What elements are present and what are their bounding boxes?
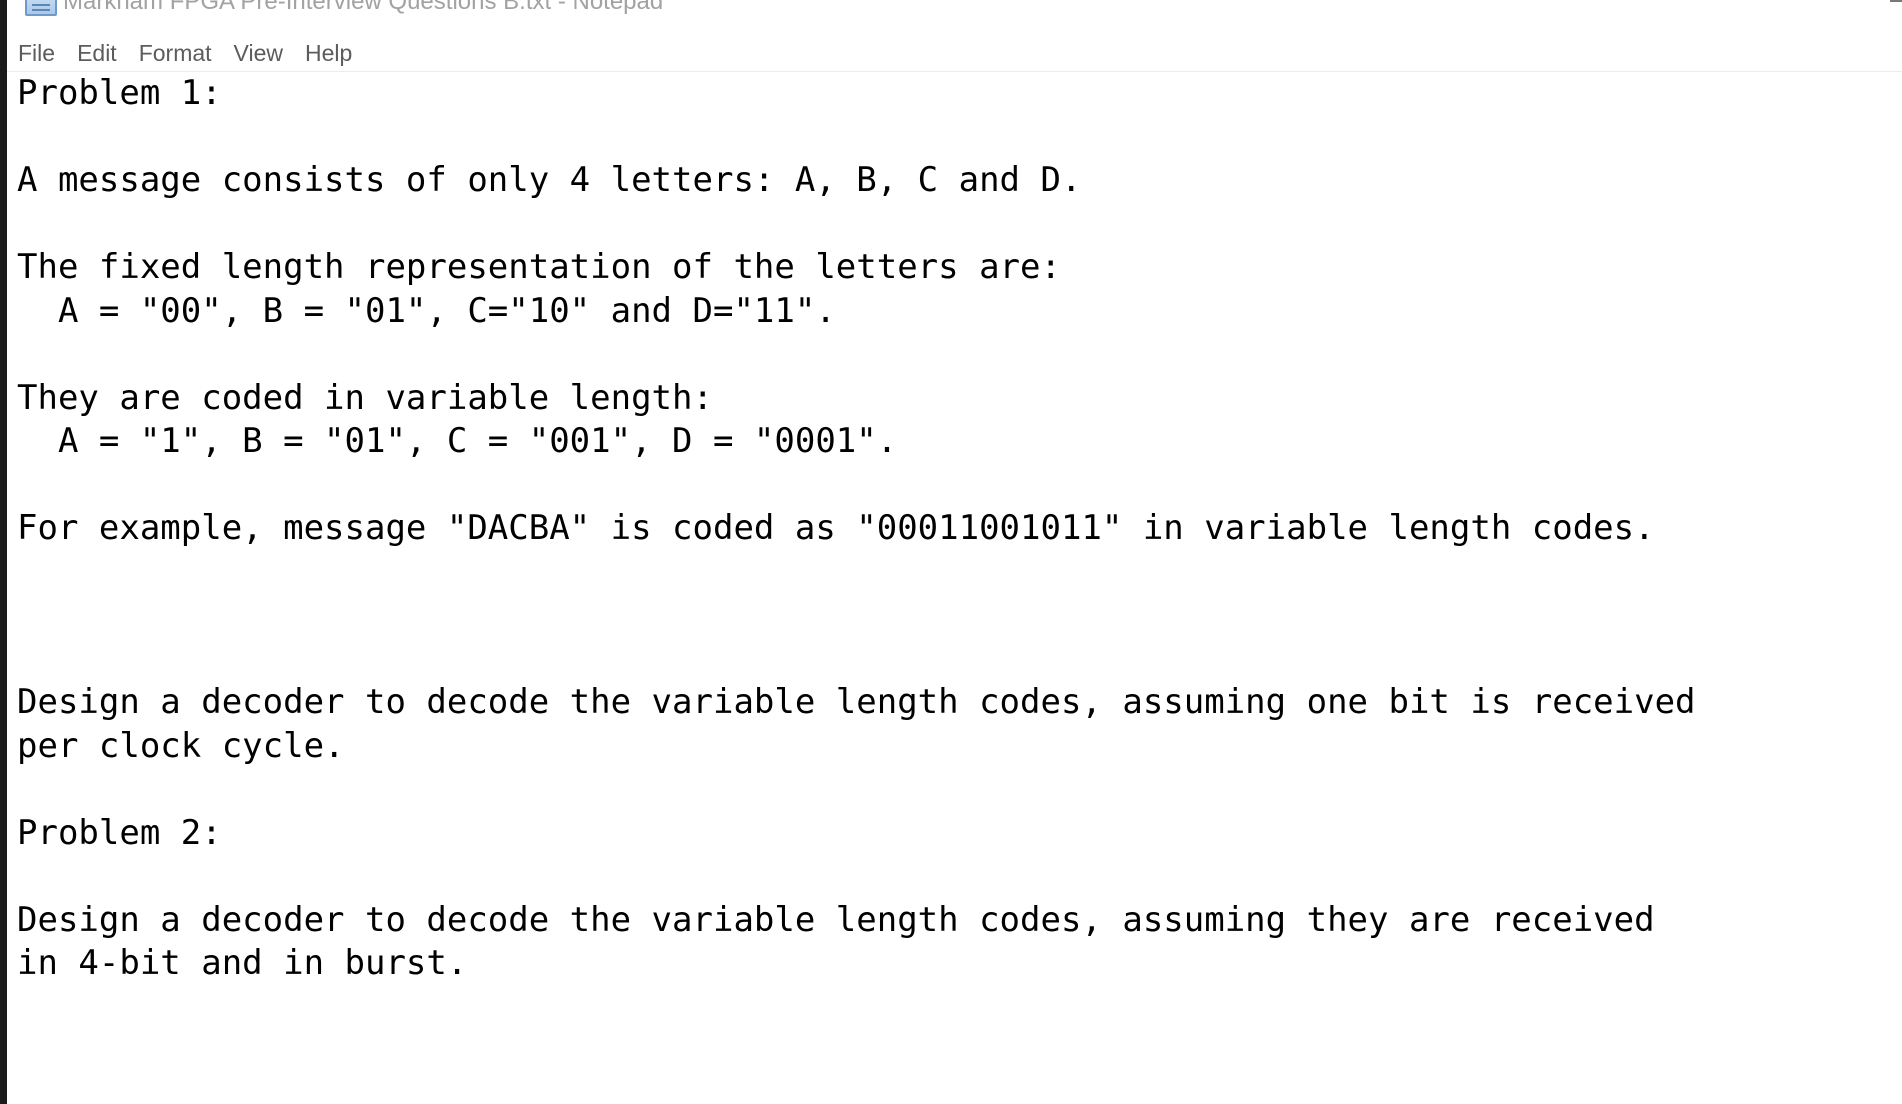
editor-line: per clock cycle. bbox=[17, 725, 345, 766]
editor-line: in 4-bit and in burst. bbox=[17, 943, 468, 983]
editor-line: Design a decoder to decode the variable … bbox=[17, 899, 1655, 940]
menu-view[interactable]: View bbox=[223, 34, 294, 72]
editor-line: For example, message "DACBA" is coded as… bbox=[17, 508, 1655, 548]
menu-format[interactable]: Format bbox=[128, 34, 223, 72]
notepad-app-icon bbox=[25, 0, 57, 16]
notepad-window: Markham FPGA Pre-Interview Questions B.t… bbox=[0, 0, 1902, 1104]
window-left-edge bbox=[0, 0, 7, 1104]
editor-line: A = "1", B = "01", C = "001", D = "0001"… bbox=[17, 421, 898, 461]
editor-line: A = "00", B = "01", C="10" and D="11". bbox=[17, 290, 836, 331]
editor-line: Problem 2: bbox=[17, 812, 222, 853]
editor-line: The fixed length representation of the l… bbox=[17, 247, 1061, 287]
menu-help[interactable]: Help bbox=[294, 34, 363, 72]
window-title: Markham FPGA Pre-Interview Questions B.t… bbox=[63, 0, 664, 15]
menu-bar: File Edit Format View Help bbox=[7, 34, 1902, 72]
text-editor[interactable]: Problem 1: A message consists of only 4 l… bbox=[17, 72, 1887, 1092]
editor-line: Design a decoder to decode the variable … bbox=[17, 682, 1696, 722]
menu-file[interactable]: File bbox=[7, 34, 66, 72]
title-bar[interactable]: Markham FPGA Pre-Interview Questions B.t… bbox=[7, 0, 1902, 18]
editor-line: They are coded in variable length: bbox=[17, 377, 713, 418]
minimize-icon[interactable] bbox=[1890, 0, 1902, 2]
editor-line: A message consists of only 4 letters: A,… bbox=[17, 160, 1082, 200]
editor-line: Problem 1: bbox=[17, 73, 222, 113]
menu-edit[interactable]: Edit bbox=[66, 34, 128, 72]
